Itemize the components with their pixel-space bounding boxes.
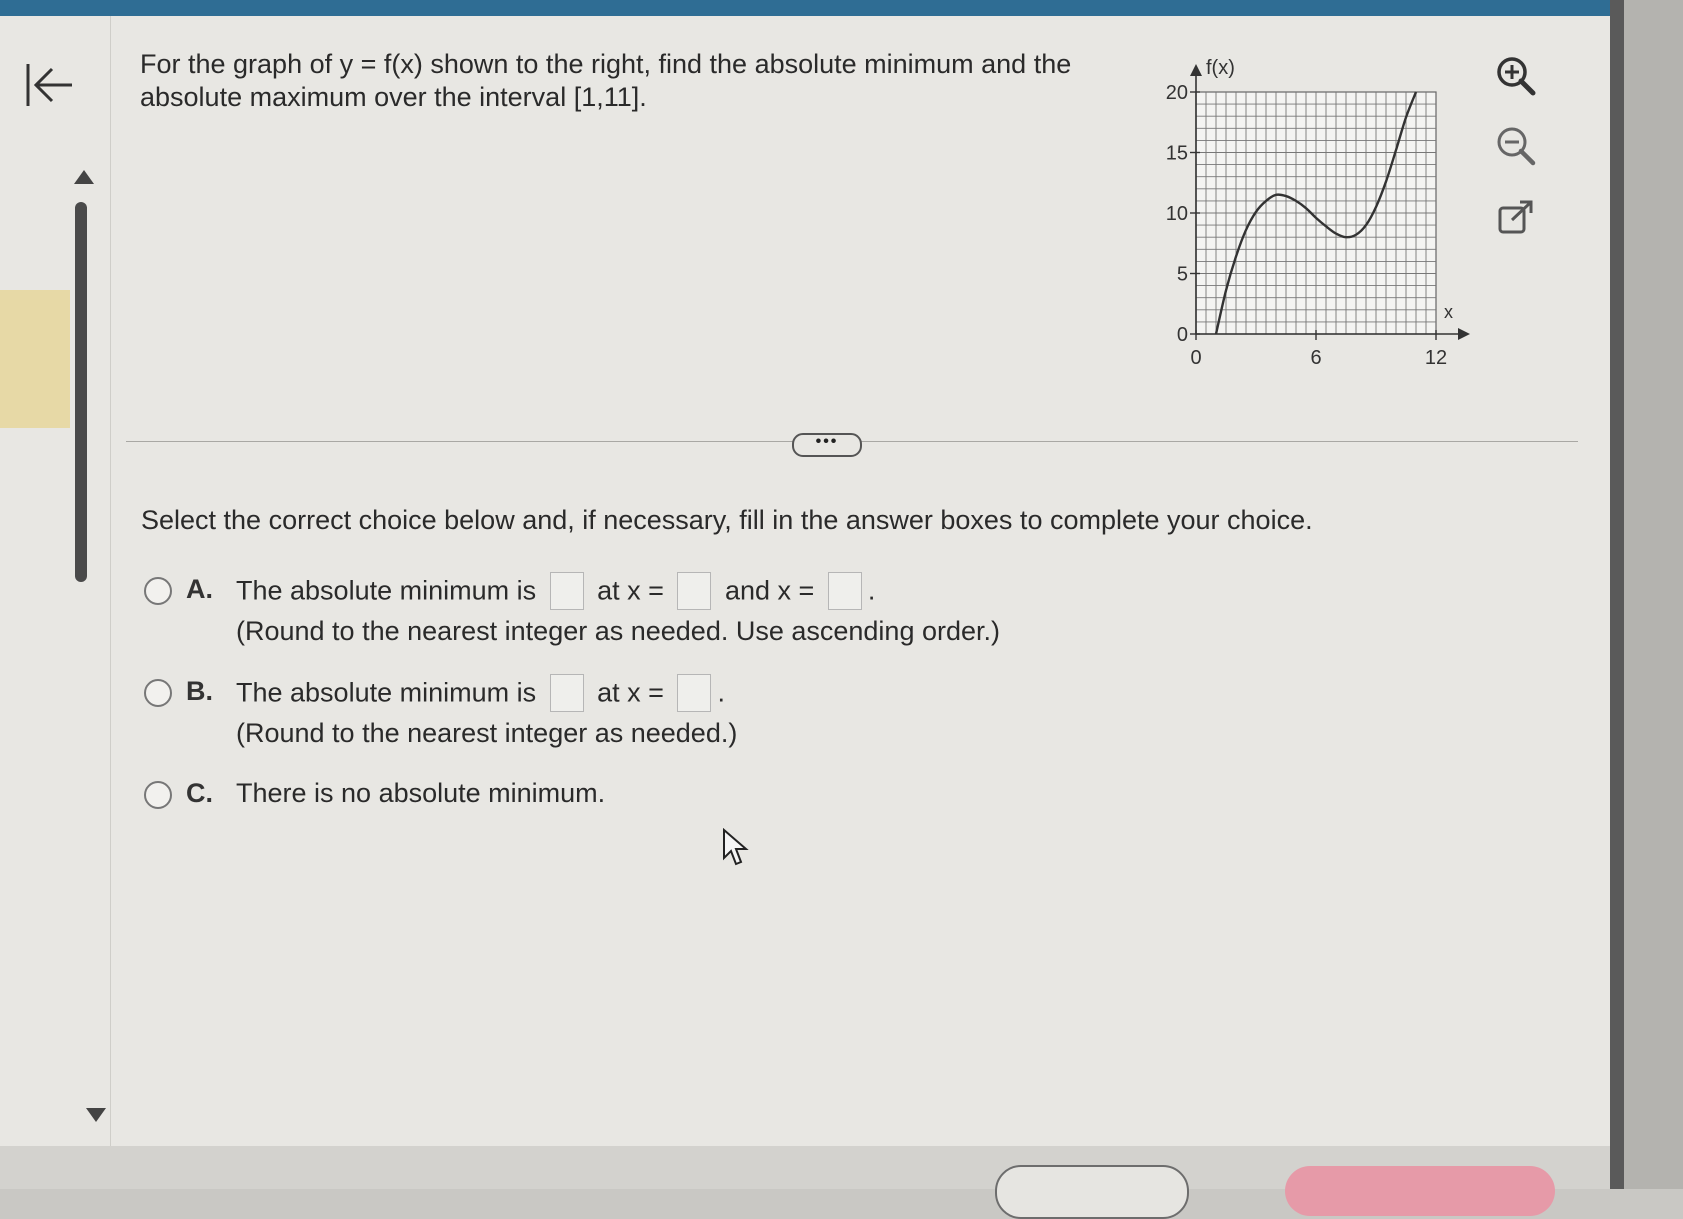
choice-a: A. The absolute minimum is at x = and x … bbox=[144, 572, 1144, 652]
scroll-up-icon[interactable] bbox=[72, 168, 96, 188]
choice-b-letter: B. bbox=[186, 676, 213, 706]
zoom-in-icon[interactable] bbox=[1494, 54, 1538, 98]
question-line-2: absolute maximum over the interval [1,11… bbox=[140, 82, 647, 112]
x-axis-label: x bbox=[1444, 302, 1453, 322]
collapse-left-icon[interactable] bbox=[22, 58, 78, 114]
x-axis-arrow-icon bbox=[1458, 328, 1470, 340]
side-highlight bbox=[0, 290, 70, 428]
choice-a-period: . bbox=[867, 575, 876, 606]
y-tick-label: 0 bbox=[1177, 324, 1188, 346]
y-tick-label: 15 bbox=[1166, 143, 1188, 165]
rail-divider bbox=[110, 16, 111, 1146]
x-tick-label: 0 bbox=[1190, 347, 1201, 369]
function-graph: 20 15 10 5 0 0 6 12 f(x) x bbox=[1140, 48, 1480, 378]
question-line-1: For the graph of y = f(x) shown to the r… bbox=[140, 49, 1072, 79]
choice-b-period: . bbox=[717, 677, 725, 708]
choice-a-note: (Round to the nearest integer as needed.… bbox=[236, 616, 1000, 646]
choice-c-text: There is no absolute minimum. bbox=[236, 778, 606, 808]
choice-a-radio[interactable] bbox=[144, 577, 172, 605]
y-axis-arrow-icon bbox=[1190, 64, 1202, 76]
choice-b: B. The absolute minimum is at x = . (Rou… bbox=[144, 674, 1044, 754]
choice-a-min-value-input[interactable] bbox=[549, 572, 584, 610]
choice-a-letter: A. bbox=[186, 574, 213, 604]
mouse-cursor-icon bbox=[722, 827, 752, 868]
choice-b-text-2: at x = bbox=[597, 677, 664, 708]
graph-svg: 20 15 10 5 00 6 12 f(x) x bbox=[1166, 57, 1470, 369]
right-bezel bbox=[1610, 0, 1683, 1189]
top-bar bbox=[0, 0, 1610, 16]
choice-a-text-2: at x = bbox=[597, 575, 664, 606]
question-text: For the graph of y = f(x) shown to the r… bbox=[140, 48, 1120, 114]
graph-grid bbox=[1195, 91, 1437, 335]
expand-more-button[interactable]: ••• bbox=[792, 433, 862, 457]
bottom-right-button[interactable] bbox=[1285, 1166, 1555, 1216]
y-tick-label: 5 bbox=[1177, 264, 1188, 286]
choice-a-text-1: The absolute minimum is bbox=[236, 575, 537, 606]
choice-c-letter: C. bbox=[186, 778, 213, 808]
choice-b-min-value-input[interactable] bbox=[549, 674, 584, 712]
bottom-left-button[interactable] bbox=[995, 1165, 1189, 1219]
choice-c: C. There is no absolute minimum. bbox=[144, 776, 844, 816]
choice-b-text-1: The absolute minimum is bbox=[236, 677, 537, 708]
choice-c-radio[interactable] bbox=[144, 781, 172, 809]
zoom-out-icon[interactable] bbox=[1494, 124, 1538, 168]
popout-icon[interactable] bbox=[1494, 196, 1538, 240]
choice-a-x1-input[interactable] bbox=[677, 572, 712, 610]
choice-a-x2-input[interactable] bbox=[827, 572, 862, 610]
instruction-text: Select the correct choice below and, if … bbox=[141, 505, 1313, 535]
choice-b-radio[interactable] bbox=[144, 679, 172, 707]
scroll-down-icon[interactable] bbox=[84, 1104, 108, 1124]
scrollbar-thumb[interactable] bbox=[75, 202, 87, 582]
choice-b-x-input[interactable] bbox=[677, 674, 712, 712]
y-axis-label: f(x) bbox=[1206, 57, 1235, 79]
y-tick-label: 10 bbox=[1166, 203, 1188, 225]
choice-b-note: (Round to the nearest integer as needed.… bbox=[236, 718, 738, 748]
choice-a-text-3: and x = bbox=[724, 575, 815, 606]
x-tick-label: 12 bbox=[1425, 347, 1447, 369]
x-tick-label: 6 bbox=[1310, 347, 1321, 369]
y-tick-label: 20 bbox=[1166, 82, 1188, 104]
